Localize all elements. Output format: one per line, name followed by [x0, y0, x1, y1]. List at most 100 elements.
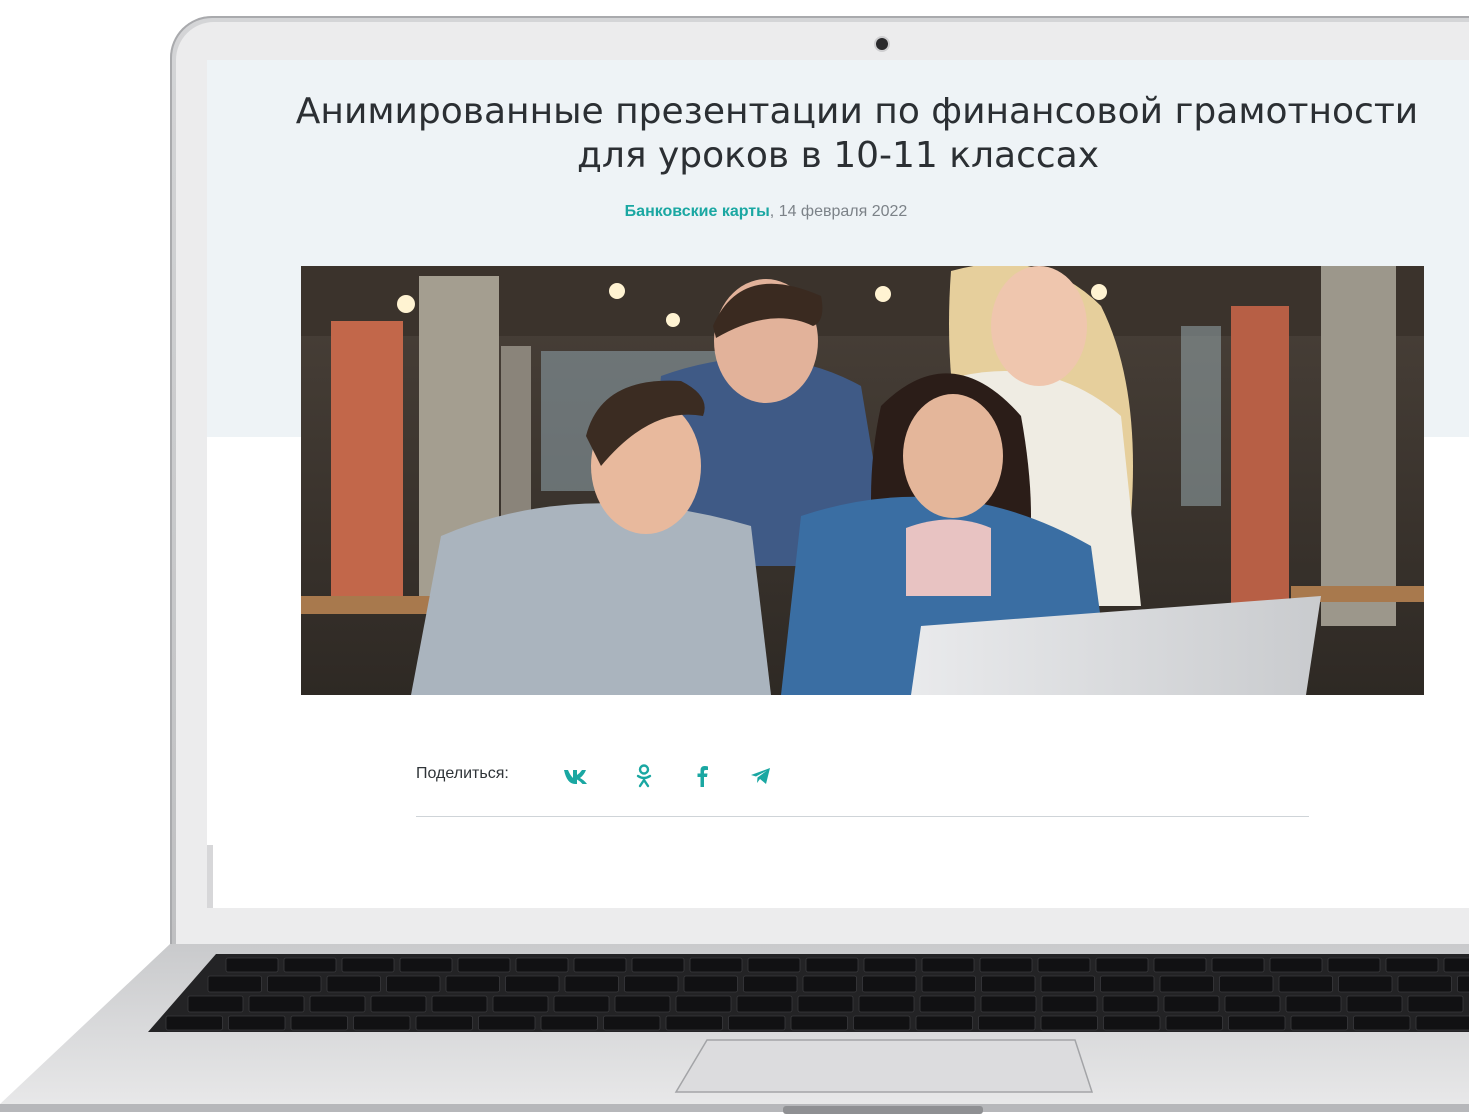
article-date: 14 февраля 2022: [778, 203, 908, 220]
keyboard-key: [1102, 995, 1159, 1013]
keyboard-key: [1165, 1015, 1223, 1031]
webcam: [876, 38, 888, 50]
keyboard-key: [978, 1015, 1036, 1031]
keyboard-key: [1385, 957, 1439, 973]
keyboard-key: [290, 1015, 348, 1031]
meta-separator: ,: [769, 203, 779, 220]
keyboard-key: [564, 975, 619, 993]
keyboard-key: [228, 1015, 286, 1031]
keyboard-key: [370, 995, 427, 1013]
telegram-icon[interactable]: [745, 760, 777, 792]
vk-icon[interactable]: [561, 760, 593, 792]
keyboard-key: [267, 975, 322, 993]
keyboard-key: [853, 1015, 911, 1031]
keyboard-key: [165, 1015, 223, 1031]
keyboard-key: [1327, 957, 1381, 973]
keyboard-key: [1285, 995, 1342, 1013]
keyboard-key: [665, 1015, 723, 1031]
keyboard-key: [1037, 957, 1091, 973]
students-photo: [301, 266, 1424, 695]
keyboard-key: [187, 995, 244, 1013]
keyboard-key: [805, 957, 859, 973]
keyboard-key: [1269, 957, 1323, 973]
page-title-line-2: для уроков в 10-11 классах: [576, 135, 1100, 176]
keyboard-key: [790, 1015, 848, 1031]
keyboard-key: [802, 975, 857, 993]
facebook-icon[interactable]: [686, 760, 718, 792]
keyboard-key: [1443, 957, 1469, 973]
keyboard-key: [1041, 995, 1098, 1013]
keyboard-key: [1346, 995, 1403, 1013]
keyboard-key: [478, 1015, 536, 1031]
keyboard-key: [1211, 957, 1265, 973]
keyboard-key: [728, 1015, 786, 1031]
keyboard-key: [248, 995, 305, 1013]
keyboard-key: [283, 957, 337, 973]
keyboard-key: [1338, 975, 1393, 993]
screen-bottom-edge: [207, 845, 213, 908]
keyboard-key: [309, 995, 366, 1013]
article-meta: Банковские карты, 14 февраля 2022: [207, 203, 1325, 221]
keyboard-key: [540, 1015, 598, 1031]
laptop-screen: Анимированные презентации по финансовой …: [207, 60, 1469, 908]
keyboard-key: [862, 975, 917, 993]
keyboard-key: [1040, 1015, 1098, 1031]
keyboard-key: [736, 995, 793, 1013]
keyboard-key: [1278, 975, 1333, 993]
keyboard-key: [683, 975, 738, 993]
odnoklassniki-icon[interactable]: [628, 760, 660, 792]
keyboard-key: [225, 957, 279, 973]
keyboard-key: [1100, 975, 1155, 993]
keyboard-key: [492, 995, 549, 1013]
keyboard-key: [505, 975, 560, 993]
keyboard-key: [1228, 1015, 1286, 1031]
share-bar: Поделиться:: [416, 760, 1309, 817]
share-label: Поделиться:: [416, 765, 509, 782]
keyboard-key: [980, 995, 1037, 1013]
keyboard-key: [921, 957, 975, 973]
keyboard-key: [399, 957, 453, 973]
keyboard-key: [515, 957, 569, 973]
keyboard-key: [1290, 1015, 1348, 1031]
keyboard-key: [415, 1015, 473, 1031]
keyboard-key: [1159, 975, 1214, 993]
keyboard-key: [743, 975, 798, 993]
keyboard-key: [624, 975, 679, 993]
keyboard-key: [457, 957, 511, 973]
category-link[interactable]: Банковские карты: [625, 203, 770, 220]
keyboard-key: [919, 995, 976, 1013]
keyboard-key: [631, 957, 685, 973]
keyboard-key: [353, 1015, 411, 1031]
keyboard-key: [1040, 975, 1095, 993]
page-title: Анимированные презентации по финансовой …: [207, 90, 1469, 178]
keyboard-deck: [0, 944, 1469, 1114]
keyboard-key: [1415, 1015, 1469, 1031]
keyboard-key: [981, 975, 1036, 993]
keyboard-key: [386, 975, 441, 993]
keyboard-key: [614, 995, 671, 1013]
keyboard-key: [603, 1015, 661, 1031]
keyboard-key: [979, 957, 1033, 973]
keyboard-key: [921, 975, 976, 993]
keyboard-key: [1224, 995, 1281, 1013]
hero-image: [301, 266, 1424, 695]
keyboard-key: [863, 957, 917, 973]
keyboard-key: [445, 975, 500, 993]
page-title-line-1: Анимированные презентации по финансовой …: [295, 91, 1419, 132]
keyboard-key: [573, 957, 627, 973]
keyboard-key: [1353, 1015, 1411, 1031]
keyboard-key: [689, 957, 743, 973]
keyboard-key: [1457, 975, 1469, 993]
keyboard-key: [431, 995, 488, 1013]
keyboard-key: [675, 995, 732, 1013]
keyboard-key: [915, 1015, 973, 1031]
keyboard-key: [1163, 995, 1220, 1013]
laptop-base: [0, 944, 1469, 1118]
keyboard-key: [1397, 975, 1452, 993]
keyboard-key: [1103, 1015, 1161, 1031]
keyboard-key: [858, 995, 915, 1013]
keyboard-key: [1219, 975, 1274, 993]
keyboard-key: [1095, 957, 1149, 973]
keyboard-key: [797, 995, 854, 1013]
keyboard-key: [747, 957, 801, 973]
